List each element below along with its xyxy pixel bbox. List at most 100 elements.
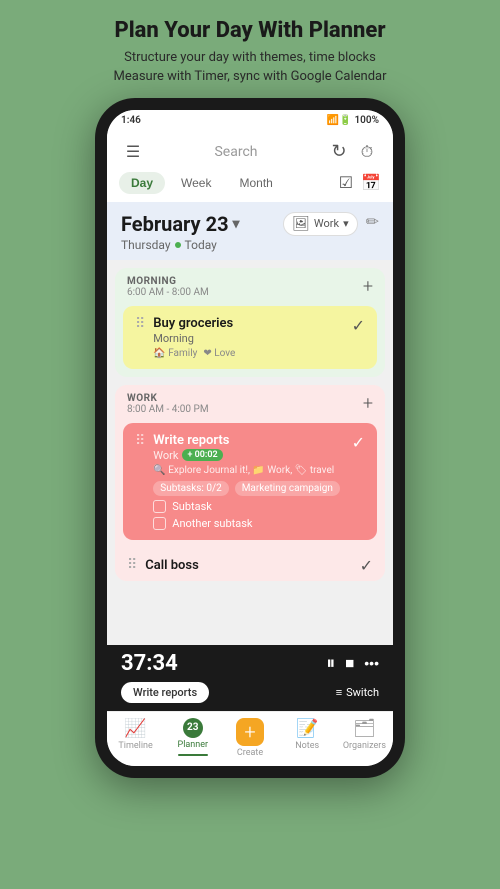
timer-stop-button[interactable]: ⏹ — [345, 653, 354, 674]
calendar-icon[interactable]: 📅 — [361, 173, 381, 192]
work-tag-icon: 🖼 — [292, 216, 310, 232]
create-label: Create — [237, 748, 263, 758]
morning-label-block: MORNING 6:00 AM - 8:00 AM — [127, 276, 209, 298]
planner-badge: 23 — [183, 718, 203, 738]
task-body: Buy groceries Morning 🏠 Family ❤ Love — [153, 316, 343, 359]
work-task-body: Write reports Work + 00:02 🔍 Explore Jou… — [153, 433, 343, 530]
subtask2-checkbox[interactable] — [153, 517, 166, 530]
date-title: February 23 ▾ — [121, 212, 240, 236]
journal-tag: 🔍 Explore Journal it!, 📁 Work, 🏷 travel — [153, 465, 334, 476]
work-label-block: WORK 8:00 AM - 4:00 PM — [127, 393, 209, 415]
scroll-content: February 23 ▾ Thursday Today 🖼 Work ▾ — [107, 202, 393, 645]
tab-week[interactable]: Week — [169, 172, 223, 194]
work-tag[interactable]: 🖼 Work ▾ — [283, 212, 357, 236]
subtask2-label: Another subtask — [172, 517, 252, 530]
subtasks-pill: Subtasks: 0/2 — [153, 481, 228, 496]
tab-day[interactable]: Day — [119, 172, 165, 194]
tab-month[interactable]: Month — [227, 172, 284, 194]
organizers-label: Organizers — [343, 741, 386, 751]
nav-timeline[interactable]: 📈 Timeline — [107, 718, 164, 758]
work-task-name: Write reports — [153, 433, 343, 448]
notes-label: Notes — [295, 741, 319, 751]
today-dot — [175, 242, 181, 248]
subtask1-checkbox[interactable] — [153, 500, 166, 513]
task-context: Morning — [153, 332, 343, 345]
morning-section: MORNING 6:00 AM - 8:00 AM + ⠿ Buy grocer… — [115, 268, 385, 377]
work-task-tags: 🔍 Explore Journal it!, 📁 Work, 🏷 travel — [153, 465, 343, 476]
drag-handle-icon: ⠿ — [135, 316, 145, 332]
task-tags: 🏠 Family ❤ Love — [153, 348, 343, 359]
status-bar: 1:46 📶🔋 100% — [107, 110, 393, 132]
work-task-check-icon[interactable]: ✓ — [352, 433, 365, 452]
checklist-icon[interactable]: ☑ — [339, 173, 353, 192]
work-dropdown-icon: ▾ — [343, 217, 349, 230]
nav-notes[interactable]: 📝 Notes — [279, 718, 336, 758]
timer-pause-button[interactable]: ⏸ — [326, 653, 335, 674]
notes-icon: 📝 — [296, 718, 318, 739]
task-check-icon[interactable]: ✓ — [352, 316, 365, 335]
date-right: 🖼 Work ▾ ✏ — [283, 212, 379, 236]
edit-icon[interactable]: ✏ — [366, 212, 379, 231]
search-bar[interactable]: Search — [157, 144, 315, 160]
date-info: February 23 ▾ Thursday Today — [121, 212, 240, 252]
date-sub: Thursday Today — [121, 238, 240, 252]
morning-section-header: MORNING 6:00 AM - 8:00 AM + — [115, 268, 385, 302]
call-boss-name: Call boss — [145, 558, 351, 573]
family-tag: 🏠 Family — [153, 348, 197, 359]
work-time: 8:00 AM - 4:00 PM — [127, 404, 209, 415]
morning-time: 6:00 AM - 8:00 AM — [127, 287, 209, 298]
switch-button[interactable]: ≡ Switch — [336, 686, 379, 699]
subtask2-row: Another subtask — [153, 517, 343, 530]
nav-planner[interactable]: 23 Planner — [164, 718, 221, 758]
morning-add-button[interactable]: + — [363, 276, 373, 297]
create-icon: + — [236, 718, 264, 746]
app-subtitle: Structure your day with themes, time blo… — [114, 49, 387, 85]
refresh-icon[interactable]: ↻ — [325, 138, 353, 166]
view-tabs: Day Week Month ☑ 📅 — [107, 172, 393, 202]
date-header: February 23 ▾ Thursday Today 🖼 Work ▾ — [107, 202, 393, 260]
timer-label-bar: Write reports ≡ Switch — [107, 682, 393, 711]
phone-device: 1:46 📶🔋 100% ☰ Search ↻ ⏱ Day Week Month — [95, 98, 405, 778]
organizers-icon: 🗂 — [353, 718, 376, 739]
switch-icon: ≡ — [336, 686, 342, 699]
timer-bar: 37:34 ⏸ ⏹ ••• — [107, 645, 393, 682]
planner-label: Planner — [178, 740, 209, 750]
timer-display: 37:34 — [121, 651, 178, 676]
task-name: Buy groceries — [153, 316, 343, 331]
call-boss-row: ⠿ Call boss ✓ — [115, 548, 385, 581]
work-add-button[interactable]: + — [363, 393, 373, 414]
buy-groceries-card: ⠿ Buy groceries Morning 🏠 Family ❤ Love … — [123, 306, 377, 369]
bottom-nav: 📈 Timeline 23 Planner + Create 📝 Notes 🗂… — [107, 711, 393, 766]
app-title: Plan Your Day With Planner — [114, 18, 387, 44]
planner-active-indicator — [178, 754, 208, 756]
tabs-right: ☑ 📅 — [339, 173, 381, 192]
timer-more-button[interactable]: ••• — [364, 655, 379, 671]
campaign-pill: Marketing campaign — [235, 481, 340, 496]
nav-create[interactable]: + Create — [221, 718, 278, 758]
nav-organizers[interactable]: 🗂 Organizers — [336, 718, 393, 758]
time-badge: + 00:02 — [182, 449, 222, 461]
subtask1-row: Subtask — [153, 500, 343, 513]
call-drag-icon: ⠿ — [127, 557, 137, 573]
work-drag-handle-icon: ⠿ — [135, 433, 145, 449]
love-tag: ❤ Love — [203, 348, 235, 359]
battery-level: 100% — [354, 115, 379, 126]
timer-task-pill[interactable]: Write reports — [121, 682, 209, 703]
status-time: 1:46 — [121, 115, 141, 126]
timer-icon[interactable]: ⏱ — [353, 138, 381, 166]
phone-screen: 1:46 📶🔋 100% ☰ Search ↻ ⏱ Day Week Month — [107, 110, 393, 766]
date-dropdown-icon[interactable]: ▾ — [233, 216, 240, 232]
top-nav: ☰ Search ↻ ⏱ — [107, 132, 393, 172]
timeline-icon: 📈 — [124, 718, 146, 739]
work-section-header: WORK 8:00 AM - 4:00 PM + — [115, 385, 385, 419]
write-reports-card: ⠿ Write reports Work + 00:02 🔍 Explore J… — [123, 423, 377, 540]
work-pills: Subtasks: 0/2 Marketing campaign — [153, 481, 343, 496]
work-label: WORK — [127, 393, 209, 404]
call-check-icon[interactable]: ✓ — [360, 556, 373, 575]
menu-icon[interactable]: ☰ — [119, 138, 147, 166]
tabs-left: Day Week Month — [119, 172, 285, 194]
work-section: WORK 8:00 AM - 4:00 PM + ⠿ Write reports… — [115, 385, 385, 581]
subtask1-label: Subtask — [172, 500, 212, 513]
status-icons: 📶🔋 — [327, 115, 352, 126]
status-right: 📶🔋 100% — [327, 115, 379, 126]
